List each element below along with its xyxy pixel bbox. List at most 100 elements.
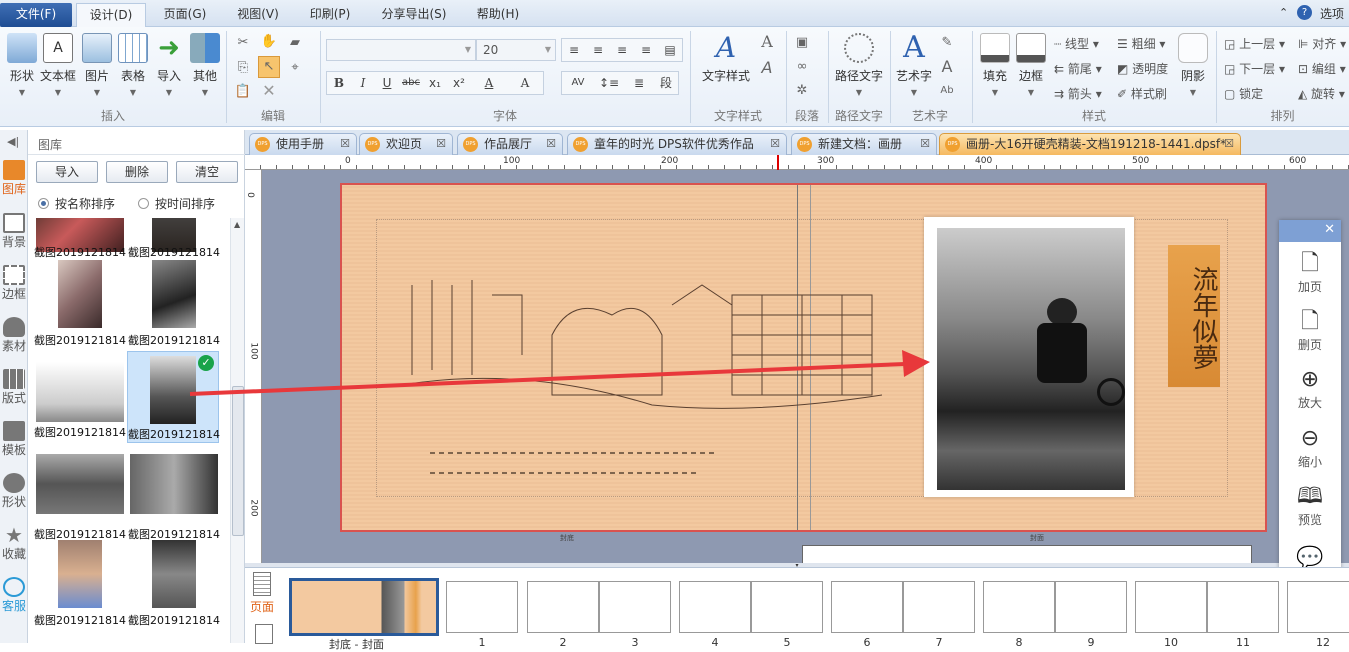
menu-tab-file[interactable]: 文件(F)	[0, 3, 72, 27]
other-button[interactable]: 其他 ▼	[185, 33, 225, 97]
page-thumbnail[interactable]	[903, 581, 975, 633]
page-thumbnail[interactable]	[831, 581, 903, 633]
close-tab-icon[interactable]: ☒	[436, 134, 446, 154]
menu-tab-print[interactable]: 印刷(P)	[300, 3, 360, 27]
group-objects-button[interactable]: ⊡ 编组 ▾	[1298, 60, 1346, 77]
strip-item-library[interactable]: 图库	[0, 160, 28, 197]
pages-tab[interactable]: 页面	[247, 572, 277, 615]
doc-tab-active[interactable]: DPS 画册-大16开硬壳精装-文档191218-1441.dpsf* ☒	[939, 133, 1241, 155]
edit-art-text-icon[interactable]: ✎	[938, 34, 956, 52]
art-text-spacing-icon[interactable]: Ab	[938, 82, 956, 100]
font-name-select[interactable]: ▼	[326, 39, 476, 61]
image-item[interactable]: 截图20191218142	[34, 218, 126, 260]
text-shadow-icon[interactable]: A	[758, 59, 776, 77]
close-icon[interactable]: ✕	[1324, 222, 1335, 237]
shadow-button[interactable]: 阴影 ▼	[1176, 33, 1210, 97]
subscript-button[interactable]: x₁	[423, 72, 447, 94]
next-page-preview[interactable]	[802, 545, 1252, 565]
image-item[interactable]: 截图20191218143	[34, 450, 126, 542]
thickness-button[interactable]: ☰ 粗细 ▾	[1117, 35, 1165, 52]
bold-button[interactable]: B	[327, 72, 351, 94]
outline-tab-icon[interactable]	[255, 624, 273, 644]
list-button[interactable]: ≣	[624, 72, 654, 94]
superscript-button[interactable]: x²	[447, 72, 471, 94]
zoom-out-button[interactable]: ⊖ 缩小	[1279, 425, 1341, 470]
page-thumbnail[interactable]	[1135, 581, 1207, 633]
menu-tab-share-export[interactable]: 分享导出(S)	[372, 3, 456, 27]
delete-icon[interactable]: ✕	[260, 82, 278, 100]
format-painter-button[interactable]: ✐ 样式刷	[1117, 85, 1167, 102]
text-outline-icon[interactable]: A	[758, 33, 776, 51]
close-tab-icon[interactable]: ☒	[340, 134, 350, 154]
font-color-button[interactable]: A	[471, 72, 507, 94]
menu-tab-view[interactable]: 视图(V)	[228, 3, 288, 27]
options-button[interactable]: 选项	[1320, 5, 1344, 22]
table-button[interactable]: 表格 ▼	[113, 33, 153, 97]
align-center-button[interactable]: ≡	[586, 39, 610, 61]
image-item[interactable]: 截图20191218143	[34, 536, 126, 628]
doc-tab[interactable]: DPS 新建文档：画册 ☒	[791, 133, 937, 155]
page-thumbnail[interactable]	[446, 581, 518, 633]
image-button[interactable]: 图片 ▼	[77, 33, 117, 97]
fill-button[interactable]: 填充 ▼	[978, 33, 1012, 97]
image-item[interactable]: 截图20191218142	[128, 256, 220, 348]
paragraph-format-icon[interactable]: ▣	[793, 34, 811, 52]
image-item[interactable]: 截图20191218142	[128, 218, 220, 260]
add-page-button[interactable]: 🗋 加页	[1279, 250, 1341, 295]
import-button[interactable]: ➜ 导入 ▼	[149, 33, 189, 97]
strip-item-layout[interactable]: 版式	[0, 369, 28, 406]
library-scrollbar-thumb[interactable]	[232, 386, 244, 536]
preview-button[interactable]: 🕮 预览	[1279, 483, 1341, 528]
node-edit-icon[interactable]: ⌖	[286, 59, 304, 77]
strip-item-material[interactable]: 素材	[0, 317, 28, 354]
delete-image-button[interactable]: 删除	[106, 161, 168, 183]
cut-icon[interactable]: ✂	[234, 34, 252, 52]
rotate-button[interactable]: ◭ 旋转 ▾	[1298, 85, 1345, 102]
image-item[interactable]: 截图20191218143	[128, 536, 220, 628]
image-item[interactable]: 截图20191218142	[34, 256, 126, 348]
close-tab-icon[interactable]: ☒	[920, 134, 930, 154]
collapse-panel-icon[interactable]: ◀|	[7, 135, 19, 148]
format-icon[interactable]: ▰	[286, 34, 304, 52]
sort-by-name-radio[interactable]: 按名称排序	[38, 195, 115, 212]
strip-item-favorites[interactable]: ★ 收藏	[0, 525, 28, 562]
justify-button[interactable]: ≡	[634, 39, 658, 61]
align-objects-button[interactable]: ⊫ 对齐 ▾	[1298, 35, 1346, 52]
underline-button[interactable]: U	[375, 72, 399, 94]
copy-icon[interactable]: ⎘	[234, 59, 252, 77]
lock-button[interactable]: ▢ 锁定	[1224, 85, 1263, 102]
art-text-fill-icon[interactable]: A	[938, 58, 956, 76]
arrow-head-button[interactable]: ⇉ 箭头 ▾	[1054, 85, 1102, 102]
delete-page-button[interactable]: 🗋 删页	[1279, 308, 1341, 353]
photo-frame[interactable]	[924, 217, 1134, 497]
strip-item-border[interactable]: 边框	[0, 265, 28, 302]
page-thumbnail[interactable]	[751, 581, 823, 633]
align-left-button[interactable]: ≡	[562, 39, 586, 61]
textbox-button[interactable]: A 文本框 ▼	[38, 33, 78, 97]
highlight-button[interactable]: A	[507, 72, 543, 94]
strip-item-shape[interactable]: 形状	[0, 473, 28, 510]
page-spread[interactable]: 流年似夢	[340, 183, 1267, 532]
hand-icon[interactable]: ✋	[260, 33, 278, 51]
cover-thumbnail[interactable]	[289, 578, 439, 636]
sort-by-time-radio[interactable]: 按时间排序	[138, 195, 215, 212]
strip-item-template[interactable]: 模板	[0, 421, 28, 458]
doc-tab[interactable]: DPS 欢迎页 ☒	[359, 133, 453, 155]
art-text-button[interactable]: A 艺术字 ▼	[893, 33, 935, 98]
align-right-button[interactable]: ≡	[610, 39, 634, 61]
library-scrollbar[interactable]: ▲	[230, 218, 244, 643]
collapse-ribbon-icon[interactable]: ⌃	[1279, 6, 1288, 19]
page-thumbnail[interactable]	[983, 581, 1055, 633]
line-type-button[interactable]: ┈ 线型 ▾	[1054, 35, 1099, 52]
doc-tab[interactable]: DPS 作品展厅 ☒	[457, 133, 563, 155]
doc-tab[interactable]: DPS 童年的时光 DPS软件优秀作品 ☒	[567, 133, 787, 155]
zoom-in-button[interactable]: ⊕ 放大	[1279, 366, 1341, 411]
import-image-button[interactable]: 导入	[36, 161, 98, 183]
image-item[interactable]: 截图20191218143	[34, 348, 126, 440]
image-item[interactable]: 截图20191218143	[128, 450, 220, 542]
close-tab-icon[interactable]: ☒	[770, 134, 780, 154]
border-button[interactable]: 边框 ▼	[1014, 33, 1048, 97]
send-backward-button[interactable]: ◲ 下一层 ▾	[1224, 60, 1285, 77]
italic-button[interactable]: I	[351, 72, 375, 94]
menu-tab-design[interactable]: 设计(D)	[76, 3, 146, 27]
